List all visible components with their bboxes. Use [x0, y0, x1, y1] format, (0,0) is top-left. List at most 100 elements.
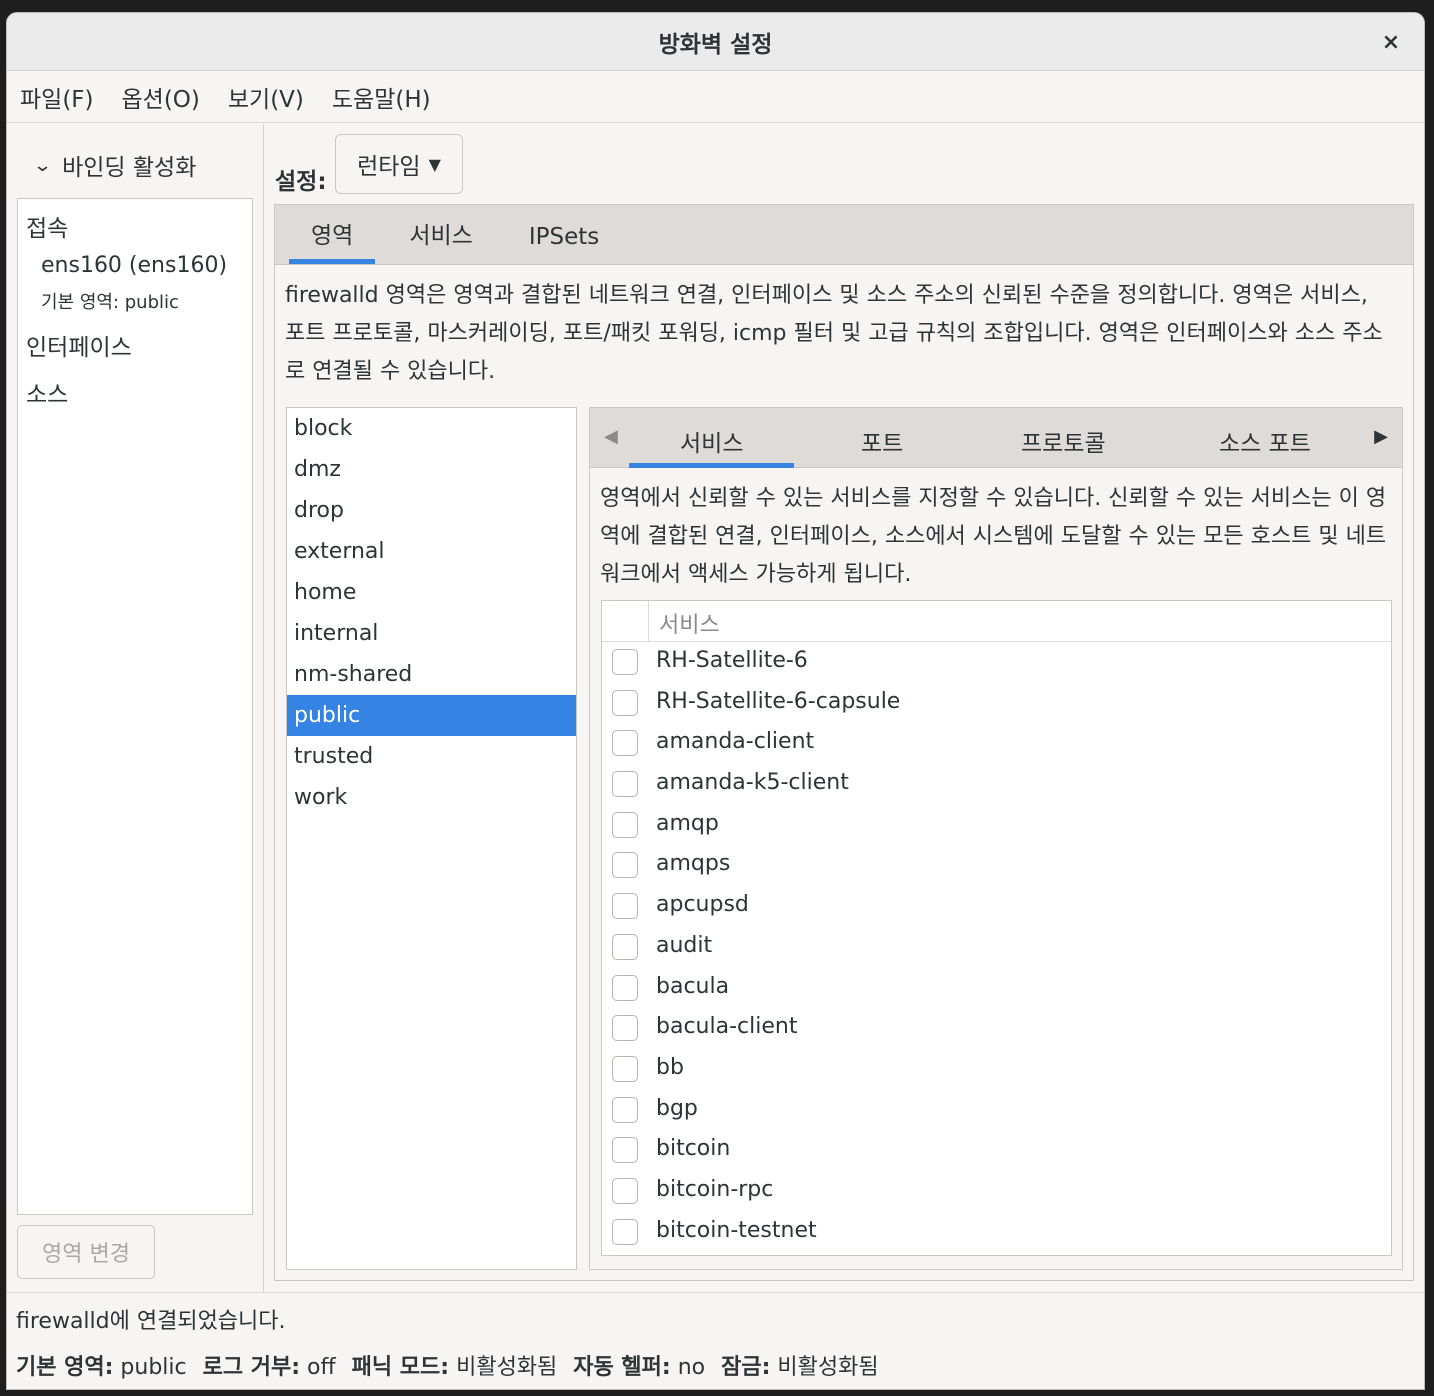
service-checkbox[interactable]	[612, 1096, 638, 1123]
status-message: firewalld에 연결되었습니다.	[16, 1309, 286, 1334]
service-name: amqps	[656, 851, 731, 877]
service-name: bgp	[656, 1095, 698, 1121]
binding-label: 바인딩 활성화	[62, 155, 197, 181]
service-checkbox[interactable]	[612, 1177, 638, 1204]
connection-zone: 기본 영역: public	[41, 292, 179, 313]
menu-view[interactable]: 보기(V)	[228, 80, 318, 114]
services-table-header: 서비스	[602, 601, 1391, 642]
service-row: amanda-client	[602, 723, 1391, 764]
service-checkbox[interactable]	[612, 974, 638, 1001]
main-notebook: 영역 서비스 IPSets firewalld 영역은 영역과 결합된 네트워크…	[274, 204, 1414, 1281]
service-checkbox[interactable]	[612, 689, 638, 716]
service-row: apcupsd	[602, 886, 1391, 927]
service-row: bitcoin	[602, 1130, 1391, 1171]
service-checkbox[interactable]	[612, 852, 638, 879]
services-column-header[interactable]: 서비스	[659, 607, 720, 639]
menu-help[interactable]: 도움말(H)	[332, 80, 445, 114]
service-checkbox[interactable]	[612, 1137, 638, 1164]
service-name: RH-Satellite-6	[656, 648, 808, 673]
zone-item[interactable]: external	[287, 531, 576, 572]
connection-item[interactable]: ens160 (ens160)	[41, 253, 227, 278]
service-name: apcupsd	[656, 892, 749, 918]
interfaces-header[interactable]: 인터페이스	[26, 328, 132, 362]
service-checkbox[interactable]	[612, 649, 638, 675]
subtab-ports[interactable]: 포트	[861, 424, 903, 458]
config-value: 런타임	[357, 154, 421, 180]
zone-item[interactable]: trusted	[287, 736, 576, 777]
active-tab-indicator	[629, 463, 794, 468]
zone-item[interactable]: nm-shared	[287, 654, 576, 695]
window-title: 방화벽 설정	[658, 31, 773, 58]
change-zone-button[interactable]: 영역 변경	[17, 1225, 155, 1279]
zone-settings-tabs: ◀ 서비스 포트 프로토콜 소스 포트 ▶	[590, 408, 1402, 468]
zone-item[interactable]: work	[287, 777, 576, 818]
zone-description: firewalld 영역은 영역과 결합된 네트워크 연결, 인터페이스 및 소…	[285, 283, 1383, 384]
firewall-config-window: 방화벽 설정 × 파일(F) 옵션(O) 보기(V) 도움말(H) ⌄ 바인딩 …	[7, 13, 1424, 1389]
config-select[interactable]: 런타임 ▼	[335, 134, 463, 194]
service-name: amanda-client	[656, 729, 815, 755]
services-table: 서비스 RH-Satellite-6 RH-Satellite-6-capsul…	[601, 600, 1392, 1256]
menu-file[interactable]: 파일(F)	[20, 80, 108, 114]
binding-pane: ⌄ 바인딩 활성화 접속 ens160 (ens160) 기본 영역: publ…	[7, 124, 264, 1292]
service-row: amqps	[602, 845, 1391, 886]
service-row: bacula-client	[602, 1008, 1391, 1049]
zone-item[interactable]: block	[287, 408, 576, 449]
menu-options[interactable]: 옵션(O)	[122, 80, 214, 114]
zone-item[interactable]: internal	[287, 613, 576, 654]
tab-zones[interactable]: 영역	[289, 216, 376, 264]
zone-item[interactable]: dmz	[287, 449, 576, 490]
service-name: bacula-client	[656, 1014, 798, 1040]
connections-header[interactable]: 접속	[26, 209, 68, 243]
zone-item[interactable]: home	[287, 572, 576, 613]
status-default-zone: 기본 영역: public	[16, 1355, 187, 1380]
tab-ipsets[interactable]: IPSets	[507, 224, 621, 264]
zone-item[interactable]: drop	[287, 490, 576, 531]
main-tabs: 영역 서비스 IPSets	[275, 205, 1413, 265]
titlebar: 방화벽 설정 ×	[7, 13, 1424, 71]
service-name: amqp	[656, 810, 719, 836]
column-divider	[648, 601, 649, 641]
service-name: bacula	[656, 973, 730, 999]
service-row: RH-Satellite-6	[602, 642, 1391, 683]
service-row: bitcoin-rpc	[602, 1171, 1391, 1212]
tab-services[interactable]: 서비스	[387, 216, 494, 264]
status-panic-mode: 패닉 모드: 비활성화됨	[351, 1355, 558, 1380]
service-checkbox[interactable]	[612, 730, 638, 757]
status-details: 기본 영역: public 로그 거부: off 패닉 모드: 비활성화됨 자동…	[16, 1349, 879, 1381]
subtab-protocols[interactable]: 프로토콜	[1021, 424, 1106, 458]
sources-header[interactable]: 소스	[26, 375, 68, 409]
service-name: RH-Satellite-6-capsule	[656, 688, 901, 714]
service-checkbox[interactable]	[612, 1218, 638, 1245]
service-name: bitcoin-rpc	[656, 1176, 774, 1202]
zone-list[interactable]: block dmz drop external home internal nm…	[286, 407, 577, 1270]
service-name: bitcoin	[656, 1136, 731, 1162]
chevron-down-icon: ⌄	[32, 154, 53, 176]
main-pane: 설정: 런타임 ▼ 영역 서비스 IPSets firewalld 영역은 영역…	[265, 124, 1424, 1292]
services-description: 영역에서 신뢰할 수 있는 서비스를 지정할 수 있습니다. 신뢰할 수 있는 …	[600, 486, 1387, 587]
zone-item-selected[interactable]: public	[287, 695, 576, 736]
service-name: amanda-k5-client	[656, 770, 849, 796]
service-name: bb	[656, 1054, 684, 1080]
service-row: bgp	[602, 1090, 1391, 1131]
service-checkbox[interactable]	[612, 893, 638, 920]
service-row: amqp	[602, 805, 1391, 846]
service-checkbox[interactable]	[612, 933, 638, 960]
subtab-services[interactable]: 서비스	[680, 424, 743, 458]
service-name: bitcoin-testnet	[656, 1217, 817, 1243]
service-row: amanda-k5-client	[602, 764, 1391, 805]
binding-toggle[interactable]: ⌄ 바인딩 활성화	[32, 148, 197, 182]
service-name: audit	[656, 932, 713, 958]
close-icon[interactable]: ×	[1376, 27, 1406, 57]
menubar: 파일(F) 옵션(O) 보기(V) 도움말(H)	[7, 71, 1424, 123]
scroll-left-icon[interactable]: ◀	[604, 426, 618, 447]
service-checkbox[interactable]	[612, 771, 638, 798]
status-lock: 잠금: 비활성화됨	[721, 1355, 879, 1380]
scroll-right-icon[interactable]: ▶	[1374, 426, 1388, 447]
service-checkbox[interactable]	[612, 1055, 638, 1082]
status-log-denied: 로그 거부: off	[202, 1355, 336, 1380]
status-auto-helper: 자동 헬퍼: no	[573, 1355, 706, 1380]
service-row: bb	[602, 1049, 1391, 1090]
service-checkbox[interactable]	[612, 811, 638, 838]
subtab-source-ports[interactable]: 소스 포트	[1219, 424, 1311, 458]
service-checkbox[interactable]	[612, 1015, 638, 1042]
